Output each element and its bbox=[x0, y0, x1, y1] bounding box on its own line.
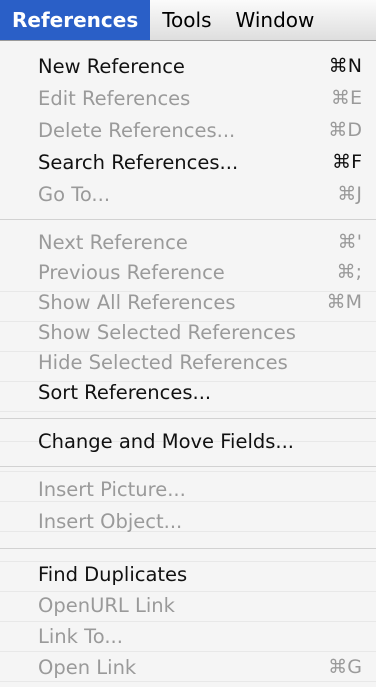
menu-item-shortcut: ⌘M bbox=[326, 291, 362, 313]
menu-item-insert-picture: Insert Picture... bbox=[0, 474, 376, 504]
menu-item-openurl-link: OpenURL Link bbox=[0, 590, 376, 620]
menu-item-shortcut: ⌘' bbox=[337, 231, 362, 253]
menu-item-label: Change and Move Fields... bbox=[38, 429, 294, 453]
menu-item-sort-references[interactable]: Sort References... bbox=[0, 377, 376, 407]
menu-item-open-link: Open Link ⌘G bbox=[0, 652, 376, 682]
menu-item-shortcut: ⌘E bbox=[330, 87, 362, 109]
menu-item-label: Hide Selected References bbox=[38, 350, 288, 374]
menu-item-label: Find Duplicates bbox=[38, 562, 188, 586]
menu-item-shortcut: ⌘; bbox=[336, 261, 362, 283]
background-row-line bbox=[0, 471, 376, 472]
menu-references[interactable]: References bbox=[0, 0, 151, 40]
menu-item-new-reference[interactable]: New Reference ⌘N bbox=[0, 51, 376, 81]
menu-item-label: Next Reference bbox=[38, 230, 188, 254]
menu-item-show-selected-references: Show Selected References bbox=[0, 317, 376, 347]
menu-item-shortcut: ⌘F bbox=[332, 151, 362, 173]
menu-item-label: Delete References... bbox=[38, 118, 236, 142]
menu-item-label: Link To... bbox=[38, 624, 123, 648]
menu-item-next-reference: Next Reference ⌘' bbox=[0, 227, 376, 257]
menu-bar: References Tools Window bbox=[0, 0, 376, 41]
menu-item-label: OpenURL Link bbox=[38, 593, 175, 617]
references-dropdown-menu: New Reference ⌘N Edit References ⌘E Dele… bbox=[0, 41, 376, 687]
menu-item-label: Insert Picture... bbox=[38, 477, 186, 501]
menu-window[interactable]: Window bbox=[224, 0, 327, 40]
menu-item-label: Show All References bbox=[38, 290, 236, 314]
menu-item-insert-object: Insert Object... bbox=[0, 506, 376, 536]
menu-item-label: Insert Object... bbox=[38, 509, 183, 533]
menu-item-shortcut: ⌘G bbox=[328, 656, 362, 678]
menu-item-label: New Reference bbox=[38, 54, 185, 78]
menu-item-previous-reference: Previous Reference ⌘; bbox=[0, 257, 376, 287]
menu-item-search-references[interactable]: Search References... ⌘F bbox=[0, 147, 376, 177]
menu-item-label: Edit References bbox=[38, 86, 191, 110]
menu-item-change-and-move-fields[interactable]: Change and Move Fields... bbox=[0, 426, 376, 456]
menu-item-label: Go To... bbox=[38, 182, 111, 206]
menu-item-link-to: Link To... bbox=[0, 621, 376, 651]
menu-separator bbox=[0, 466, 376, 467]
menu-separator bbox=[0, 418, 376, 419]
menu-item-shortcut: ⌘D bbox=[328, 119, 362, 141]
background-row-line bbox=[0, 411, 376, 412]
menu-item-go-to: Go To... ⌘J bbox=[0, 179, 376, 209]
menu-item-delete-references: Delete References... ⌘D bbox=[0, 115, 376, 145]
menu-item-label: Search References... bbox=[38, 150, 239, 174]
menu-separator bbox=[0, 219, 376, 220]
menu-item-label: Sort References... bbox=[38, 380, 212, 404]
menu-item-label: Show Selected References bbox=[38, 320, 296, 344]
menu-item-label: Open Link bbox=[38, 655, 137, 679]
menu-item-edit-references: Edit References ⌘E bbox=[0, 83, 376, 113]
menu-item-hide-selected-references: Hide Selected References bbox=[0, 347, 376, 377]
menu-item-show-all-references: Show All References ⌘M bbox=[0, 287, 376, 317]
menu-tools[interactable]: Tools bbox=[150, 0, 223, 40]
menu-item-shortcut: ⌘N bbox=[328, 55, 362, 77]
menu-item-label: Previous Reference bbox=[38, 260, 225, 284]
menu-item-shortcut: ⌘J bbox=[337, 183, 362, 205]
menu-separator bbox=[0, 548, 376, 549]
menu-item-find-duplicates[interactable]: Find Duplicates bbox=[0, 559, 376, 589]
